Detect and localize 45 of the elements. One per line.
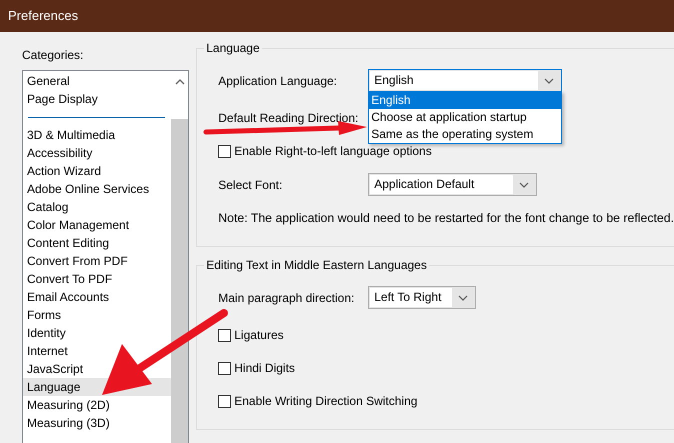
field-label: Select Font: (218, 176, 284, 194)
checkbox[interactable] (218, 328, 232, 342)
note-text: Note: The application would need to be restarted for the font change to be reflected. (218, 210, 674, 227)
dropdown-option[interactable]: Same as the operating system (369, 126, 562, 143)
checkbox[interactable] (218, 144, 232, 158)
checkbox-label: Ligatures (234, 327, 284, 344)
category-item[interactable]: Color Management (23, 216, 171, 234)
field-label: Default Reading Direction: (218, 110, 360, 127)
chevron-down-icon (544, 78, 554, 84)
category-item[interactable]: Accessibility (23, 144, 171, 162)
checkbox-label: Hindi Digits (234, 360, 295, 377)
chevron-down-icon (519, 182, 530, 188)
category-item[interactable]: JavaScript (23, 360, 171, 378)
field-label: Application Language: (218, 72, 338, 90)
category-item[interactable]: Page Display (23, 90, 171, 108)
checkbox-label: Enable Right-to-left language options (234, 143, 432, 160)
checkbox[interactable] (218, 362, 232, 374)
categories-label: Categories: (22, 48, 84, 62)
group-title: Editing Text in Middle Eastern Languages (204, 257, 429, 273)
checkbox[interactable] (218, 394, 232, 408)
category-item[interactable]: Measuring (2D) (23, 396, 171, 414)
dropdown[interactable]: Left To Right (368, 286, 476, 309)
dropdown-option[interactable]: English (369, 92, 562, 109)
category-item[interactable]: General (23, 72, 171, 90)
category-item[interactable]: Action Wizard (23, 162, 171, 180)
category-item[interactable]: Internet (23, 342, 171, 360)
checkbox-label: Enable Writing Direction Switching (234, 393, 418, 410)
category-item[interactable]: Email Accounts (23, 288, 171, 306)
category-item[interactable]: Measuring (3D) (23, 414, 171, 432)
dropdown[interactable]: English (368, 69, 562, 92)
scrollbar-thumb[interactable] (171, 119, 188, 443)
category-item[interactable]: Convert To PDF (23, 270, 171, 288)
category-item[interactable]: Forms (23, 306, 171, 324)
category-item[interactable]: Content Editing (23, 234, 171, 252)
window-title: Preferences (8, 7, 78, 26)
chevron-down-icon (458, 294, 468, 300)
field-label: Main paragraph direction: (218, 290, 356, 306)
category-item[interactable]: Identity (23, 324, 171, 342)
category-item[interactable]: Catalog (23, 198, 171, 216)
scroll-up-icon[interactable] (174, 79, 184, 85)
category-item[interactable]: 3D & Multimedia (23, 126, 171, 144)
dropdown-option[interactable]: Choose at application startup (369, 109, 562, 126)
dropdown[interactable]: Application Default (368, 173, 538, 196)
category-item[interactable]: Adobe Online Services (23, 180, 171, 198)
category-item[interactable]: Convert From PDF (23, 252, 171, 270)
